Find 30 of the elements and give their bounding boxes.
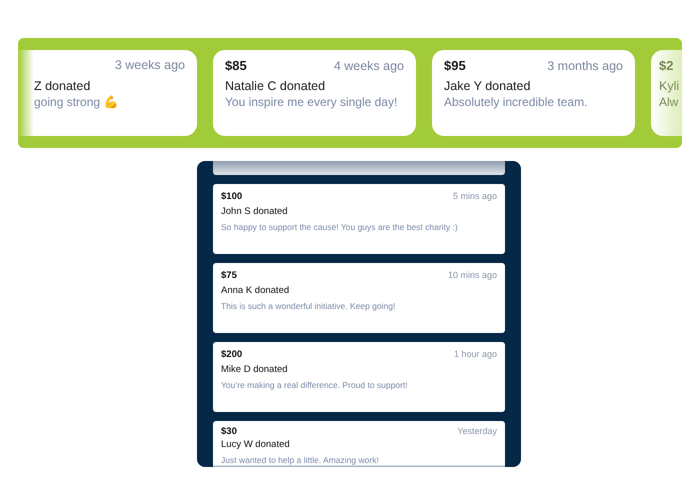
time-ago: 10 mins ago [448, 270, 497, 280]
time-ago: 3 months ago [547, 59, 623, 73]
donation-amount: $85 [225, 58, 247, 73]
time-ago: 1 hour ago [454, 349, 497, 359]
donation-message: Alw [659, 95, 678, 109]
donation-message: You inspire me every single day! [225, 95, 398, 109]
donation-message: So happy to support the cause! You guys are the best charity :) [221, 222, 458, 232]
donation-message: Just wanted to help a little. Amazing work! [221, 455, 379, 465]
donation-amount: $30 [221, 426, 237, 437]
donation-message: This is such a wonderful initiative. Keep going! [221, 301, 396, 311]
donor-name: John S donated [221, 206, 289, 217]
donor-name: Mike D donated [221, 364, 289, 375]
donation-message: Absolutely incredible team. [444, 95, 588, 109]
donation-amount: $75 [221, 270, 237, 281]
time-ago: 3 weeks ago [114, 58, 185, 72]
donor-name: Anna K donated [221, 285, 290, 296]
donation-message: going strong 💪 [34, 95, 118, 109]
donation-amount: $2 [659, 58, 674, 73]
donor-name: Z donated [34, 79, 92, 93]
time-ago: 5 mins ago [452, 191, 497, 201]
donor-name: Kyli [659, 79, 680, 93]
donation-amount: $100 [221, 191, 242, 202]
donor-name: Jake Y donated [444, 79, 532, 93]
donation-amount: $95 [444, 58, 466, 73]
donor-name: Natalie C donated [225, 79, 326, 93]
donor-name: Lucy W donated [221, 439, 291, 450]
donation-amount: $200 [221, 349, 242, 360]
time-ago: Yesterday [457, 426, 497, 436]
donation-message: You’re making a real difference. Proud to support! [221, 380, 408, 390]
time-ago: 4 weeks ago [334, 59, 404, 73]
